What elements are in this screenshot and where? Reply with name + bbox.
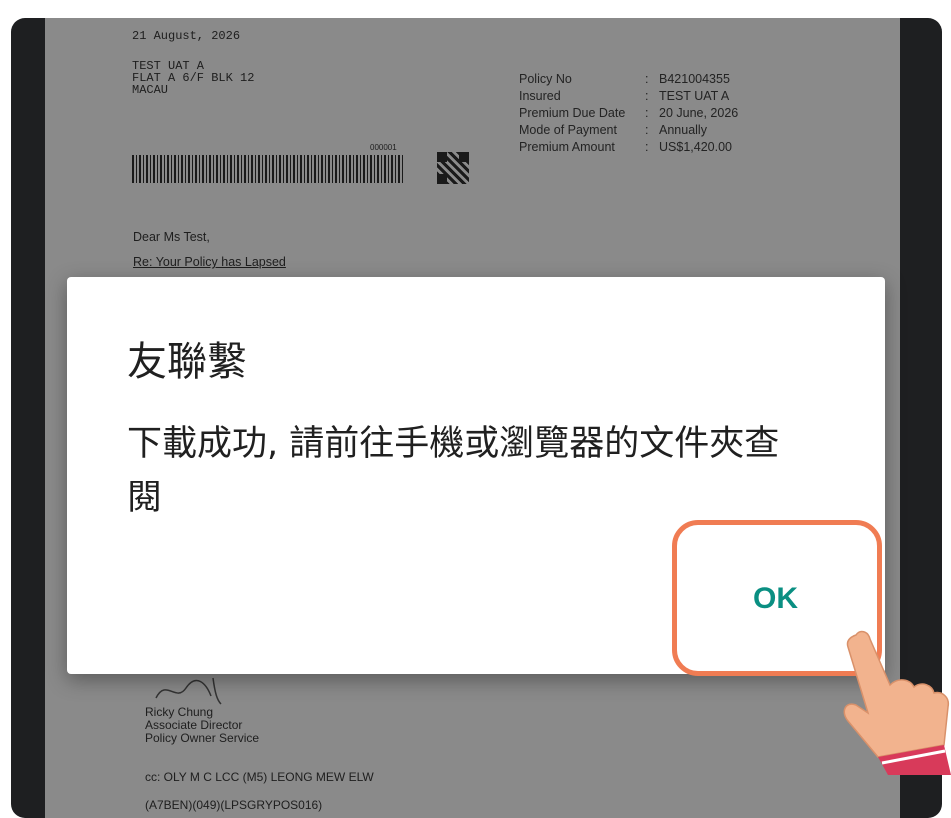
dialog-title: 友聯繫 — [127, 339, 247, 385]
policy-row: Insured : TEST UAT A — [519, 87, 738, 104]
policy-row: Premium Amount : US$1,420.00 — [519, 138, 738, 155]
policy-label: Mode of Payment — [519, 122, 617, 137]
policy-label: Premium Due Date — [519, 105, 626, 120]
barcode-number: 000001 — [370, 143, 397, 152]
policy-row: Premium Due Date : 20 June, 2026 — [519, 104, 738, 121]
recipient-address: TEST UAT A FLAT A 6/F BLK 12 MACAU — [132, 60, 254, 96]
separator: : — [645, 122, 649, 137]
policy-row: Policy No : B421004355 — [519, 70, 738, 87]
policy-label: Insured — [519, 88, 561, 103]
policy-value: 20 June, 2026 — [659, 105, 739, 120]
address-line: MACAU — [132, 83, 169, 97]
policy-value: US$1,420.00 — [659, 139, 732, 154]
policy-value: Annually — [659, 122, 707, 137]
salutation: Dear Ms Test, — [133, 230, 210, 244]
separator: : — [645, 105, 649, 120]
separator: : — [645, 71, 649, 86]
pointing-hand-icon — [843, 630, 951, 775]
cc-line: cc: OLY M C LCC (M5) LEONG MEW ELW — [145, 770, 374, 784]
policy-row: Mode of Payment : Annually — [519, 121, 738, 138]
separator: : — [645, 88, 649, 103]
policy-details: Policy No : B421004355 Insured : TEST UA… — [519, 70, 738, 155]
dialog-message: 下載成功, 請前往手機或瀏覽器的文件夾查閱 — [127, 424, 780, 518]
reference-line: (A7BEN)(049)(LPSGRYPOS016) — [145, 798, 323, 812]
signatory-block: Ricky Chung Associate Director Policy Ow… — [145, 706, 259, 745]
policy-value: TEST UAT A — [659, 88, 730, 103]
policy-label: Premium Amount — [519, 139, 615, 154]
letter-date: 21 August, 2026 — [132, 29, 241, 43]
policy-value: B421004355 — [659, 71, 730, 86]
signature — [155, 677, 222, 705]
barcode — [132, 155, 404, 183]
signatory-department: Policy Owner Service — [145, 731, 260, 745]
policy-label: Policy No — [519, 71, 572, 86]
qr-code — [437, 152, 469, 184]
separator: : — [645, 139, 649, 154]
letter-subject: Re: Your Policy has Lapsed — [133, 255, 286, 269]
